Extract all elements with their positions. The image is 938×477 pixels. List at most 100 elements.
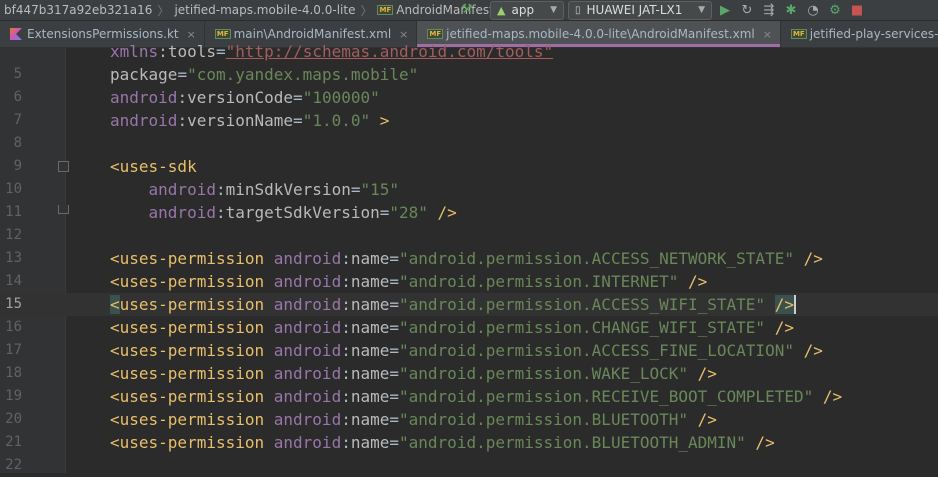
code-line[interactable]: 19 <uses-permission android:name="android… — [0, 385, 938, 408]
breadcrumb-label: jetified-maps.mobile-4.0.0-lite — [174, 3, 356, 17]
line-number[interactable]: 21 — [0, 431, 22, 454]
code-token-attr: name — [350, 387, 390, 406]
device-selector[interactable]: ▯ HUAWEI JAT-LX1 ▼ — [568, 0, 712, 20]
tab-label: jetified-play-services-measurement-ap — [809, 27, 938, 41]
code-token-ns: android — [273, 364, 342, 383]
fold-end-icon[interactable] — [58, 205, 69, 214]
code-token-attr: name — [350, 318, 390, 337]
build-hammer-icon[interactable]: ⚒ — [458, 2, 476, 18]
code-token-txt: = — [389, 387, 400, 406]
line-number[interactable]: 8 — [0, 132, 22, 155]
line-number[interactable]: 19 — [0, 385, 22, 408]
code-token-tag: /> — [688, 364, 717, 383]
code-token-attr: versionCode — [187, 88, 294, 107]
debug-icon[interactable]: ✱ — [782, 3, 800, 18]
line-number[interactable]: 7 — [0, 109, 22, 132]
run-config-selector[interactable]: ▲ app ▼ — [490, 0, 564, 20]
code-text: android:versionCode="100000" — [110, 86, 380, 109]
code-line[interactable]: 22 — [0, 454, 938, 477]
tab-label: jetified-maps.mobile-4.0.0-lite\AndroidM… — [446, 27, 755, 41]
code-editor[interactable]: xmlns:tools="http://schemas.android.com/… — [0, 42, 938, 473]
device-icon: ▯ — [575, 4, 581, 16]
code-line[interactable]: 20 <uses-permission android:name="android… — [0, 408, 938, 431]
line-number[interactable]: 6 — [0, 86, 22, 109]
line-number[interactable]: 22 — [0, 454, 22, 477]
code-line[interactable]: 14 <uses-permission android:name="android… — [0, 270, 938, 293]
code-token-ns: android — [273, 341, 342, 360]
code-token-txt: : — [158, 42, 168, 61]
line-number[interactable]: 13 — [0, 247, 22, 270]
breadcrumb-separator-icon: 〉 — [157, 3, 170, 18]
apply-changes-icon[interactable]: ⇶ — [760, 3, 778, 18]
code-text: <uses-permission android:name="android.p… — [110, 316, 794, 339]
code-line[interactable]: xmlns:tools="http://schemas.android.com/… — [0, 40, 938, 63]
code-token-txt: = — [389, 272, 400, 291]
code-token-val: "android.permission.BLUETOOTH_ADMIN" — [399, 433, 746, 452]
code-token-attr: name — [350, 433, 390, 452]
code-token-val: "android.permission.BLUETOOTH" — [399, 410, 688, 429]
profile-icon[interactable]: ◔ — [804, 3, 822, 18]
code-token-val: "android.permission.RECEIVE_BOOT_COMPLET… — [399, 387, 814, 406]
close-icon[interactable]: × — [763, 28, 772, 41]
line-number[interactable]: 10 — [0, 178, 22, 201]
code-line[interactable]: 18 <uses-permission android:name="android… — [0, 362, 938, 385]
code-token-tag: /> — [427, 203, 457, 222]
code-text: package="com.yandex.maps.mobile" — [110, 63, 418, 86]
run-icon[interactable]: ▶ — [716, 3, 734, 18]
line-number[interactable]: 16 — [0, 316, 22, 339]
code-token-txt: : — [341, 295, 351, 314]
matched-tag-bracket: < — [110, 295, 120, 314]
line-number[interactable]: 18 — [0, 362, 22, 385]
attach-debugger-icon[interactable]: ⚙ — [826, 3, 844, 18]
code-line[interactable]: 17 <uses-permission android:name="android… — [0, 339, 938, 362]
code-line[interactable]: 7 android:versionName="1.0.0" > — [0, 109, 938, 132]
line-number[interactable]: 9 — [0, 155, 22, 178]
code-token-ns: android — [273, 433, 342, 452]
code-token-txt: : — [341, 387, 351, 406]
code-line[interactable]: 16 <uses-permission android:name="android… — [0, 316, 938, 339]
line-number[interactable]: 14 — [0, 270, 22, 293]
code-token-txt: : — [215, 203, 226, 222]
line-number[interactable]: 17 — [0, 339, 22, 362]
code-text: android:versionName="1.0.0" > — [110, 109, 389, 132]
rerun-icon[interactable]: ↻ — [738, 3, 756, 18]
code-line[interactable]: 8 — [0, 132, 938, 155]
stop-icon[interactable]: ■ — [848, 3, 866, 18]
breadcrumb-library[interactable]: jetified-maps.mobile-4.0.0-lite — [170, 3, 359, 17]
code-token-txt: : — [341, 433, 351, 452]
close-icon[interactable]: × — [399, 28, 408, 41]
line-number[interactable]: 15 — [0, 293, 22, 316]
code-token-attr: versionName — [187, 111, 294, 130]
code-text: <uses-sdk — [110, 155, 197, 178]
code-token-txt: = — [389, 249, 400, 268]
code-token-ns: android — [110, 111, 178, 130]
code-line[interactable]: 13 <uses-permission android:name="android… — [0, 247, 938, 270]
code-line[interactable]: 9 <uses-sdk — [0, 155, 938, 178]
code-line[interactable]: 5 package="com.yandex.maps.mobile" — [0, 63, 938, 86]
line-number[interactable]: 11 — [0, 201, 22, 224]
code-token-val: "com.yandex.maps.mobile" — [187, 65, 419, 84]
line-number[interactable]: 20 — [0, 408, 22, 431]
code-token-txt: = — [379, 203, 390, 222]
line-number[interactable]: 12 — [0, 224, 22, 247]
code-line[interactable]: 6 android:versionCode="100000" — [0, 86, 938, 109]
code-token-tag: <uses-permission — [110, 364, 274, 383]
dropdown-arrow-icon: ▼ — [550, 5, 557, 15]
code-line[interactable]: 12 — [0, 224, 938, 247]
code-text: android:targetSdkVersion="28" /> — [110, 201, 457, 224]
text-caret — [793, 295, 796, 314]
code-token-txt: = — [389, 410, 400, 429]
close-icon[interactable]: × — [187, 28, 196, 41]
code-line[interactable]: 10 android:minSdkVersion="15" — [0, 178, 938, 201]
code-token-txt: = — [389, 318, 400, 337]
code-token-txt: : — [341, 272, 351, 291]
fold-toggle-icon[interactable] — [58, 161, 69, 172]
line-number[interactable]: 5 — [0, 63, 22, 86]
code-line[interactable]: 11 android:targetSdkVersion="28" /> — [0, 201, 938, 224]
breadcrumb-hash[interactable]: bf447b317a92eb321a16 — [0, 3, 156, 17]
code-token-tag: <uses-permission — [110, 433, 274, 452]
manifest-file-icon: MF — [377, 5, 394, 15]
code-token-val: "android.permission.INTERNET" — [399, 272, 679, 291]
code-line[interactable]: 15 <uses-permission android:name="android… — [0, 293, 938, 316]
code-line[interactable]: 21 <uses-permission android:name="android… — [0, 431, 938, 454]
